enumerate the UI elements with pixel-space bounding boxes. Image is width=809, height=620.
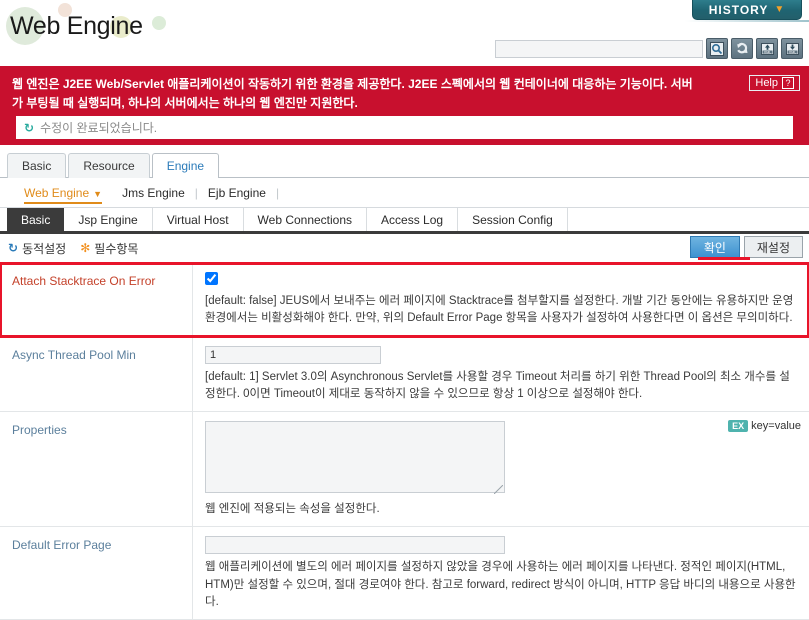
engine-tab-jsp-engine[interactable]: Jsp Engine (64, 208, 153, 232)
page-header: Web Engine HISTORY ▼ XML XML (0, 0, 809, 66)
status-message-text: 수정이 완료되었습니다. (40, 121, 158, 136)
refresh-icon[interactable] (731, 38, 753, 59)
form-description-attach-stacktrace: [default: false] JEUS에서 보내주는 에러 페이지에 Sta… (205, 295, 794, 325)
subnav-item-jms-engine[interactable]: Jms Engine (112, 186, 195, 200)
default-error-page-input[interactable] (205, 536, 505, 555)
decorative-circle (152, 16, 166, 30)
xml-export-icon[interactable]: XML (781, 38, 803, 59)
form-row-attach-stacktrace: Attach Stacktrace On Error [default: fal… (0, 262, 809, 338)
form-label-async-thread-pool-min: Async Thread Pool Min (0, 336, 193, 412)
form-description-default-error-page: 웹 애플리케이션에 별도의 에러 페이지를 설정하지 않았을 경우에 사용하는 … (205, 561, 796, 608)
description-banner: 웹 엔진은 J2EE Web/Servlet 애플리케이션이 작동하기 위한 환… (0, 66, 809, 146)
chevron-down-icon: ▼ (774, 4, 786, 15)
properties-textarea[interactable] (205, 421, 505, 494)
form-row-async-thread-pool-min: Async Thread Pool Min [default: 1] Servl… (0, 336, 809, 413)
properties-example-hint: EX key=value (728, 420, 801, 433)
example-badge: EX (728, 420, 749, 433)
engine-tab-basic[interactable]: Basic (7, 208, 65, 232)
form-description-properties: 웹 엔진에 적용되는 속성을 설정한다. (205, 503, 380, 516)
example-text: key=value (751, 420, 801, 433)
svg-text:XML: XML (763, 50, 770, 54)
confirm-button-highlight (698, 257, 750, 261)
settings-form: Attach Stacktrace On Error [default: fal… (0, 262, 809, 620)
reset-button[interactable]: 재설정 (743, 236, 803, 259)
form-label-default-error-page: Default Error Page (0, 527, 193, 620)
subnav-item-web-engine[interactable]: Web Engine ▼ (14, 185, 112, 204)
refresh-status-icon: ↻ (24, 120, 35, 135)
legend-required-label: 필수항목 (94, 241, 139, 256)
properties-textarea-wrap (205, 421, 505, 496)
svg-text:XML: XML (788, 50, 795, 54)
tab-basic[interactable]: Basic (7, 153, 67, 179)
action-buttons: 확인 재설정 (689, 236, 803, 259)
history-underline (685, 20, 809, 22)
page-title: Web Engine (10, 12, 143, 40)
history-label: HISTORY (708, 2, 769, 17)
legend-required-field: ✻ 필수항목 (80, 240, 138, 257)
attach-stacktrace-checkbox[interactable] (205, 272, 218, 286)
form-field-default-error-page: 웹 애플리케이션에 별도의 에러 페이지를 설정하지 않았을 경우에 사용하는 … (193, 527, 809, 619)
xml-import-icon[interactable]: XML (756, 38, 778, 59)
help-button[interactable]: Help ? (749, 75, 800, 91)
subnav-active-underline (24, 201, 103, 204)
legend-dynamic-setting: ↻ 동적설정 (8, 240, 66, 257)
engine-tabbar: Basic Jsp Engine Virtual Host Web Connec… (0, 208, 809, 235)
refresh-icon: ↻ (8, 241, 19, 256)
help-label: Help (755, 77, 778, 89)
subnav-item-ejb-engine[interactable]: Ejb Engine (198, 186, 276, 200)
search-icon[interactable] (706, 38, 728, 59)
legend-dynamic-label: 동적설정 (22, 241, 67, 256)
subnav-divider: | (275, 185, 280, 200)
engine-tab-access-log[interactable]: Access Log (367, 208, 459, 232)
history-button[interactable]: HISTORY ▼ (692, 0, 802, 20)
form-description-async-thread-pool-min: [default: 1] Servlet 3.0의 Asynchronous S… (205, 370, 790, 400)
form-label-properties: Properties (0, 412, 193, 527)
engine-tab-web-connections[interactable]: Web Connections (244, 208, 368, 232)
engine-subnav: Web Engine ▼ Jms Engine | Ejb Engine | (0, 178, 809, 209)
engine-tab-session-config[interactable]: Session Config (458, 208, 568, 232)
form-label-attach-stacktrace: Attach Stacktrace On Error (0, 263, 193, 336)
banner-description: 웹 엔진은 J2EE Web/Servlet 애플리케이션이 작동하기 위한 환… (12, 77, 693, 110)
form-row-properties: Properties EX key=value 웹 엔진에 적용되는 속성을 설… (0, 412, 809, 528)
asterisk-icon: ✻ (80, 241, 91, 256)
async-thread-pool-min-input[interactable] (205, 345, 381, 364)
subnav-label-web-engine: Web Engine (24, 185, 90, 200)
form-row-default-error-page: Default Error Page 웹 애플리케이션에 별도의 에러 페이지를… (0, 527, 809, 620)
tab-resource[interactable]: Resource (68, 153, 150, 179)
form-field-properties: EX key=value 웹 엔진에 적용되는 속성을 설정한다. (193, 412, 809, 526)
status-message-bar: ↻ 수정이 완료되었습니다. (16, 116, 793, 140)
form-field-async-thread-pool-min: [default: 1] Servlet 3.0의 Asynchronous S… (193, 337, 809, 412)
engine-tab-virtual-host[interactable]: Virtual Host (153, 208, 244, 232)
tab-engine[interactable]: Engine (151, 153, 220, 179)
header-toolbar: XML XML (495, 38, 803, 59)
legend-toolbar: ↻ 동적설정 ✻ 필수항목 확인 재설정 (0, 234, 809, 263)
chevron-down-icon: ▼ (93, 188, 103, 199)
search-input[interactable] (495, 39, 703, 58)
confirm-button[interactable]: 확인 (689, 236, 740, 259)
question-mark-icon: ? (782, 77, 794, 89)
main-tabstrip: Basic Resource Engine (0, 145, 809, 179)
form-field-attach-stacktrace: [default: false] JEUS에서 보내주는 에러 페이지에 Sta… (193, 263, 809, 336)
